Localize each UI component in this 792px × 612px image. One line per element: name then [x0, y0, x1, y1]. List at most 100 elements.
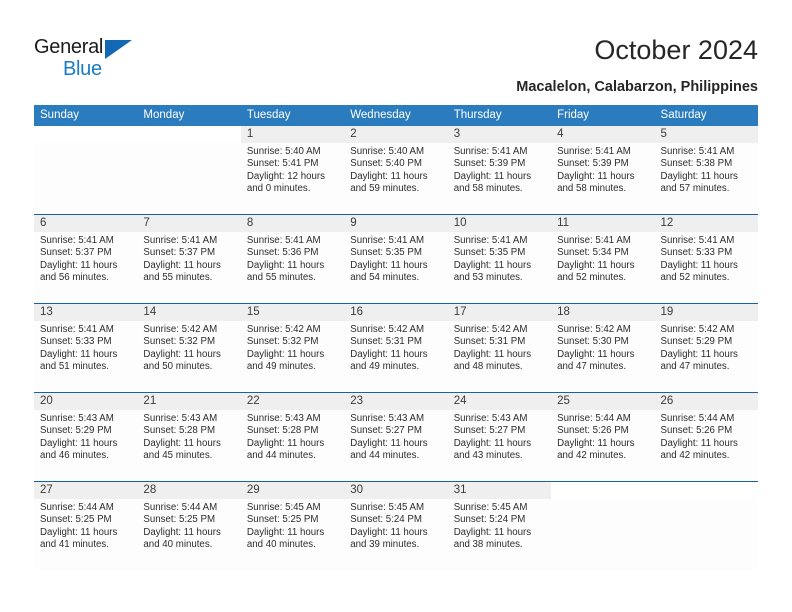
- day-number[interactable]: 3: [448, 126, 551, 143]
- calendar-week-row: 6 7 8 9 10 11 12 Sunrise: 5:41 AM Sunset: 5:37 P…: [34, 214, 758, 303]
- day-cell[interactable]: Sunrise: 5:43 AM Sunset: 5:28 PM Daylight:…: [137, 410, 240, 481]
- day-number[interactable]: 26: [655, 393, 758, 410]
- calendar-week-row: 27 28 29 30 31 Sunrise: 5:44 AM Sunset: 5:25 P…: [34, 481, 758, 570]
- day-number[interactable]: 2: [344, 126, 447, 143]
- day-number[interactable]: 16: [344, 304, 447, 321]
- day-detail-line: Sunrise: 5:43 AM: [40, 413, 114, 424]
- day-detail-line: and 42 minutes.: [660, 450, 730, 462]
- day-cell[interactable]: Sunrise: 5:42 AM Sunset: 5:29 PM Daylight:…: [655, 321, 758, 392]
- day-cell-empty: [655, 499, 758, 570]
- day-number-band: 6 7 8 9 10 11 12: [34, 215, 758, 232]
- day-cell[interactable]: Sunrise: 5:40 AM Sunset: 5:40 PM Daylight:…: [344, 143, 447, 214]
- day-detail-line: and 45 minutes.: [143, 450, 213, 462]
- day-detail-line: Daylight: 11 hours: [557, 170, 635, 182]
- day-number[interactable]: 18: [551, 304, 654, 321]
- day-cell[interactable]: Sunrise: 5:42 AM Sunset: 5:30 PM Daylight:…: [551, 321, 654, 392]
- day-number[interactable]: 13: [34, 304, 137, 321]
- day-number[interactable]: 15: [241, 304, 344, 321]
- day-detail-line: Sunset: 5:30 PM: [557, 336, 629, 348]
- day-number[interactable]: 6: [34, 215, 137, 232]
- day-number[interactable]: 25: [551, 393, 654, 410]
- weekday-header-thursday: Thursday: [453, 109, 502, 121]
- day-cell[interactable]: Sunrise: 5:41 AM Sunset: 5:39 PM Daylight:…: [551, 143, 654, 214]
- day-cell[interactable]: Sunrise: 5:43 AM Sunset: 5:29 PM Daylight:…: [34, 410, 137, 481]
- day-info-band: Sunrise: 5:40 AM Sunset: 5:41 PM Daylight:…: [34, 143, 758, 214]
- day-detail-line: Sunrise: 5:45 AM: [453, 502, 528, 513]
- weekday-header-saturday: Saturday: [660, 109, 707, 121]
- day-number[interactable]: 30: [344, 482, 447, 499]
- day-cell[interactable]: Sunrise: 5:42 AM Sunset: 5:31 PM Daylight:…: [448, 321, 551, 392]
- day-cell[interactable]: Sunrise: 5:43 AM Sunset: 5:27 PM Daylight:…: [344, 410, 447, 481]
- day-detail-line: Daylight: 11 hours: [660, 437, 738, 449]
- day-cell[interactable]: Sunrise: 5:44 AM Sunset: 5:25 PM Daylight:…: [137, 499, 240, 570]
- day-detail-line: Daylight: 12 hours: [246, 170, 325, 182]
- day-number[interactable]: 24: [448, 393, 551, 410]
- day-number[interactable]: 17: [448, 304, 551, 321]
- day-detail-line: and 52 minutes.: [557, 272, 627, 284]
- day-cell[interactable]: Sunrise: 5:41 AM Sunset: 5:36 PM Daylight:…: [241, 232, 344, 303]
- day-cell[interactable]: Sunrise: 5:43 AM Sunset: 5:28 PM Daylight:…: [241, 410, 344, 481]
- day-cell[interactable]: Sunrise: 5:44 AM Sunset: 5:26 PM Daylight:…: [551, 410, 654, 481]
- day-cell[interactable]: Sunrise: 5:45 AM Sunset: 5:24 PM Daylight:…: [344, 499, 447, 570]
- day-number[interactable]: 22: [241, 393, 344, 410]
- day-detail-line: Sunrise: 5:43 AM: [246, 413, 321, 424]
- day-number[interactable]: 28: [137, 482, 240, 499]
- day-number-band: 27 28 29 30 31: [34, 482, 758, 499]
- day-cell[interactable]: Sunrise: 5:42 AM Sunset: 5:32 PM Daylight:…: [241, 321, 344, 392]
- day-detail-line: Daylight: 11 hours: [143, 259, 221, 271]
- logo-triangle-icon: [105, 40, 132, 59]
- day-detail-line: Sunset: 5:35 PM: [453, 247, 526, 259]
- day-detail-line: and 53 minutes.: [453, 272, 523, 284]
- day-cell[interactable]: Sunrise: 5:41 AM Sunset: 5:37 PM Daylight:…: [137, 232, 240, 303]
- day-cell[interactable]: Sunrise: 5:45 AM Sunset: 5:24 PM Daylight:…: [448, 499, 551, 570]
- day-cell[interactable]: Sunrise: 5:45 AM Sunset: 5:25 PM Daylight:…: [241, 499, 344, 570]
- day-cell[interactable]: Sunrise: 5:43 AM Sunset: 5:27 PM Daylight:…: [448, 410, 551, 481]
- day-detail-line: Daylight: 11 hours: [350, 170, 428, 182]
- day-number[interactable]: 10: [448, 215, 551, 232]
- day-detail-line: Daylight: 11 hours: [453, 437, 532, 449]
- day-number[interactable]: 9: [344, 215, 447, 232]
- day-detail-line: Sunset: 5:26 PM: [660, 425, 733, 437]
- weekday-header-friday: Friday: [557, 109, 590, 121]
- day-number[interactable]: 11: [551, 215, 654, 232]
- day-number[interactable]: 23: [344, 393, 447, 410]
- day-detail-line: and 51 minutes.: [40, 361, 109, 373]
- day-number[interactable]: 29: [241, 482, 344, 499]
- day-number[interactable]: 14: [137, 304, 240, 321]
- day-cell[interactable]: Sunrise: 5:44 AM Sunset: 5:26 PM Daylight:…: [655, 410, 758, 481]
- generalblue-logo[interactable]: General Blue: [34, 36, 154, 82]
- day-cell[interactable]: Sunrise: 5:41 AM Sunset: 5:33 PM Daylight:…: [34, 321, 137, 392]
- day-detail-line: Sunrise: 5:42 AM: [246, 324, 321, 335]
- day-cell[interactable]: Sunrise: 5:42 AM Sunset: 5:32 PM Daylight:…: [137, 321, 240, 392]
- day-detail-line: and 41 minutes.: [40, 539, 109, 551]
- day-detail-line: Sunrise: 5:41 AM: [660, 146, 735, 157]
- day-detail-line: Sunrise: 5:42 AM: [350, 324, 425, 335]
- day-detail-line: and 39 minutes.: [350, 539, 420, 551]
- day-number[interactable]: 5: [655, 126, 758, 143]
- day-number[interactable]: 7: [137, 215, 240, 232]
- logo-text-general: General: [34, 36, 104, 58]
- day-cell[interactable]: Sunrise: 5:41 AM Sunset: 5:35 PM Daylight:…: [448, 232, 551, 303]
- day-number[interactable]: 4: [551, 126, 654, 143]
- day-cell[interactable]: Sunrise: 5:41 AM Sunset: 5:39 PM Daylight:…: [448, 143, 551, 214]
- day-cell[interactable]: Sunrise: 5:41 AM Sunset: 5:34 PM Daylight:…: [551, 232, 654, 303]
- logo-text-blue: Blue: [63, 58, 102, 80]
- day-detail-line: Sunrise: 5:43 AM: [453, 413, 528, 424]
- day-number[interactable]: 19: [655, 304, 758, 321]
- day-detail-line: Sunrise: 5:45 AM: [246, 502, 321, 513]
- day-cell[interactable]: Sunrise: 5:44 AM Sunset: 5:25 PM Daylight:…: [34, 499, 137, 570]
- day-cell[interactable]: Sunrise: 5:41 AM Sunset: 5:38 PM Daylight:…: [655, 143, 758, 214]
- day-cell[interactable]: Sunrise: 5:41 AM Sunset: 5:33 PM Daylight:…: [655, 232, 758, 303]
- day-number[interactable]: 20: [34, 393, 137, 410]
- calendar-week-row: 13 14 15 16 17 18 19 Sunrise: 5:41 AM Sunset: 5:…: [34, 303, 758, 392]
- day-number[interactable]: 12: [655, 215, 758, 232]
- day-number[interactable]: 8: [241, 215, 344, 232]
- day-number[interactable]: 27: [34, 482, 137, 499]
- day-number[interactable]: 31: [448, 482, 551, 499]
- day-cell[interactable]: Sunrise: 5:41 AM Sunset: 5:35 PM Daylight:…: [344, 232, 447, 303]
- day-number[interactable]: 1: [241, 126, 344, 143]
- day-cell[interactable]: Sunrise: 5:42 AM Sunset: 5:31 PM Daylight:…: [344, 321, 447, 392]
- day-number[interactable]: 21: [137, 393, 240, 410]
- day-cell[interactable]: Sunrise: 5:41 AM Sunset: 5:37 PM Daylight:…: [34, 232, 137, 303]
- day-cell[interactable]: Sunrise: 5:40 AM Sunset: 5:41 PM Daylight:…: [241, 143, 344, 214]
